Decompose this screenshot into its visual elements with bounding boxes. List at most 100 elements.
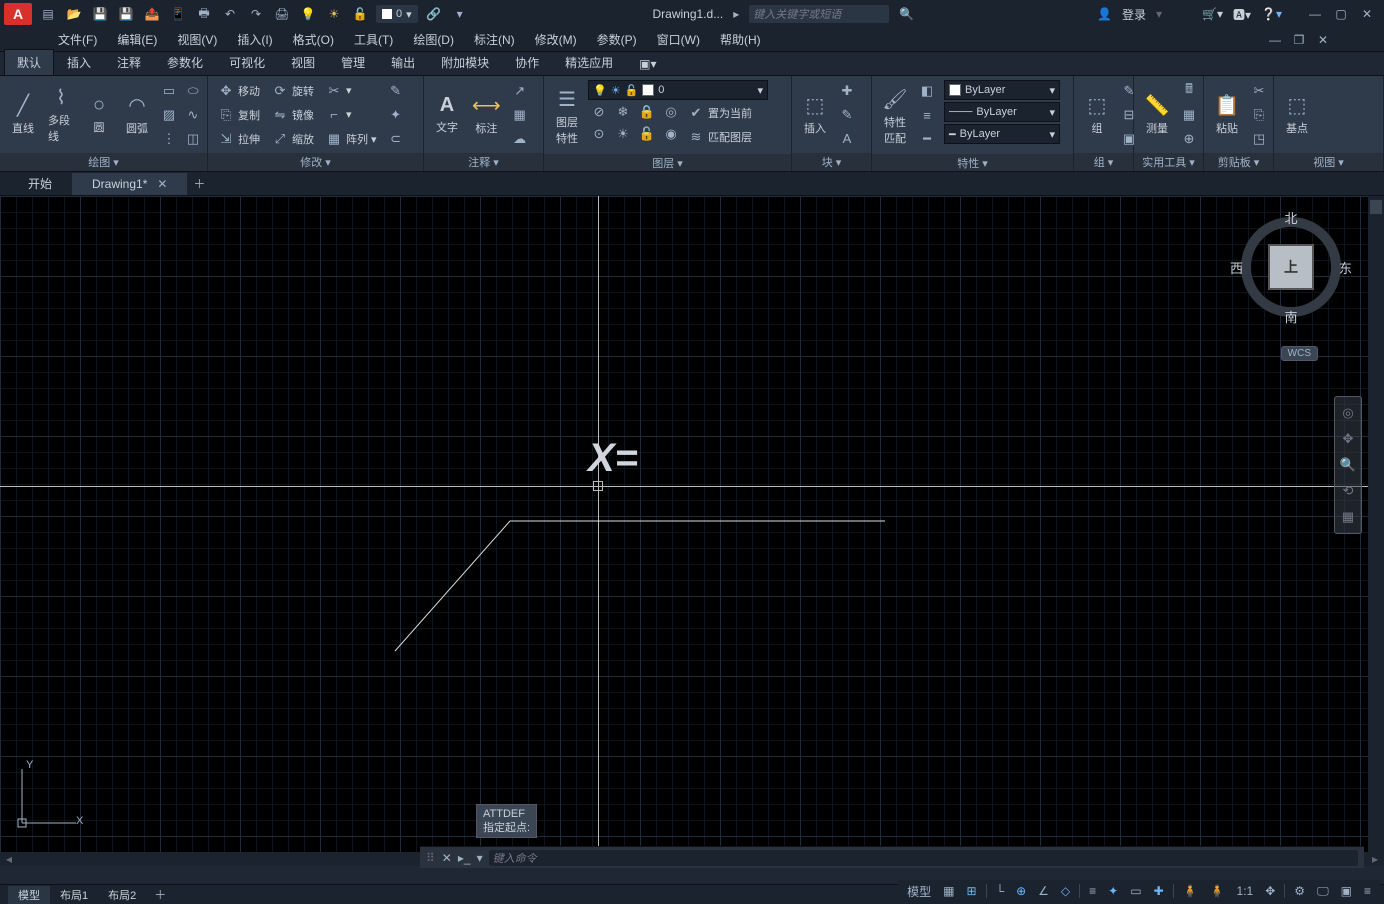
tool-mirror[interactable]: ⇋镜像: [268, 104, 318, 126]
block-edit-icon[interactable]: ✎: [836, 104, 858, 126]
ribbon-tab-visualize[interactable]: 可视化: [216, 49, 278, 75]
layer-thaw-icon[interactable]: ☀: [612, 124, 634, 144]
qat-plot-icon[interactable]: 🖶: [194, 4, 214, 24]
status-ws-icon[interactable]: ⚙: [1289, 882, 1310, 900]
modify-erase-icon[interactable]: ✎: [385, 80, 407, 102]
navigation-bar[interactable]: ◎ ✥ 🔍 ⟲ ▦: [1334, 396, 1362, 534]
qat-new-icon[interactable]: ▤: [38, 4, 58, 24]
draw-region-icon[interactable]: ◫: [182, 128, 204, 150]
menu-window[interactable]: 窗口(W): [649, 29, 708, 51]
tool-text[interactable]: A文字: [430, 79, 464, 151]
search-input[interactable]: 键入关键字或短语: [749, 5, 889, 23]
tool-match-prop[interactable]: 🖌特性 匹配: [878, 80, 912, 152]
menu-file[interactable]: 文件(F): [50, 29, 105, 51]
prop-weight-icon[interactable]: ━: [916, 128, 938, 150]
qat-web-icon[interactable]: 📤: [142, 4, 162, 24]
tool-trim[interactable]: ✂▾: [322, 80, 381, 102]
ribbon-tab-manage[interactable]: 管理: [328, 49, 378, 75]
layer-off-icon[interactable]: ⊘: [588, 102, 610, 122]
menu-draw[interactable]: 绘图(D): [405, 29, 462, 51]
cmd-close-icon[interactable]: ✕: [442, 851, 452, 865]
close-button[interactable]: ✕: [1354, 4, 1380, 24]
layout-tab-layout2[interactable]: 布局2: [98, 886, 146, 904]
draw-hatch-icon[interactable]: ▨: [158, 104, 180, 126]
layout-tab-model[interactable]: 模型: [8, 886, 50, 904]
nav-orbit-icon[interactable]: ⟲: [1338, 481, 1358, 501]
layout-tab-layout1[interactable]: 布局1: [50, 886, 98, 904]
viewcube-north[interactable]: 北: [1284, 208, 1297, 227]
qat-lock-icon[interactable]: 🔓: [350, 4, 370, 24]
viewcube-east[interactable]: 东: [1339, 258, 1352, 277]
search-icon[interactable]: 🔍: [899, 7, 914, 21]
qat-mobile-icon[interactable]: 📱: [168, 4, 188, 24]
mdi-close[interactable]: ✕: [1312, 31, 1334, 49]
status-snap-icon[interactable]: ⊞: [962, 882, 982, 900]
ribbon-tab-apps-icon[interactable]: ▣▾: [626, 52, 669, 75]
close-tab-icon[interactable]: ✕: [157, 177, 167, 191]
cmd-drag-handle[interactable]: ⠿: [426, 851, 436, 865]
draw-ellipse-icon[interactable]: ⬭: [182, 80, 204, 102]
nav-wheel-icon[interactable]: ◎: [1338, 403, 1358, 423]
vertical-scrollbar[interactable]: [1368, 196, 1384, 852]
viewcube-west[interactable]: 西: [1230, 258, 1243, 277]
clip-base-icon[interactable]: ◳: [1248, 128, 1270, 150]
status-person-icon[interactable]: 🧍: [1178, 882, 1203, 900]
tool-rotate[interactable]: ⟳旋转: [268, 80, 318, 102]
status-clean-icon[interactable]: ▣: [1336, 882, 1357, 900]
status-osnap-icon[interactable]: ◇: [1056, 882, 1075, 900]
block-create-icon[interactable]: ✚: [836, 80, 858, 102]
tool-dimension[interactable]: ⟷标注: [468, 79, 505, 151]
panel-title-layer[interactable]: 图层 ▾: [544, 154, 791, 171]
viewcube-south[interactable]: 南: [1284, 307, 1297, 326]
mdi-restore[interactable]: ❐: [1288, 31, 1310, 49]
annot-cloud-icon[interactable]: ☁: [509, 128, 531, 150]
nav-pan-icon[interactable]: ✥: [1338, 429, 1358, 449]
layer-lock-icon[interactable]: 🔒: [636, 102, 658, 122]
qat-layer-combo[interactable]: 0▾: [376, 5, 418, 23]
app-logo[interactable]: A: [4, 3, 32, 25]
tool-basepoint[interactable]: ⬚基点: [1280, 79, 1314, 151]
qat-share-icon[interactable]: 🔗: [424, 4, 444, 24]
wcs-badge[interactable]: WCS: [1281, 346, 1318, 361]
help-icon[interactable]: ❔▾: [1261, 7, 1282, 21]
minimize-button[interactable]: —: [1302, 4, 1328, 24]
clip-copy-icon[interactable]: ⎘: [1248, 104, 1270, 126]
layer-freeze-icon[interactable]: ❄: [612, 102, 634, 122]
status-person2-icon[interactable]: 🧍: [1205, 882, 1230, 900]
maximize-button[interactable]: ▢: [1328, 4, 1354, 24]
util-point-icon[interactable]: ⊕: [1178, 128, 1200, 150]
user-icon[interactable]: 👤: [1097, 7, 1112, 21]
qat-undo-icon[interactable]: ↶: [220, 4, 240, 24]
menu-view[interactable]: 视图(V): [169, 29, 225, 51]
menu-help[interactable]: 帮助(H): [712, 29, 769, 51]
qat-saveas-icon[interactable]: 💾: [116, 4, 136, 24]
panel-title-prop[interactable]: 特性 ▾: [872, 154, 1073, 171]
status-dyn-icon[interactable]: ✦: [1103, 882, 1123, 900]
viewcube[interactable]: 上 北 南 东 西: [1236, 212, 1346, 322]
qat-print-icon[interactable]: 🖨: [272, 4, 292, 24]
draw-spline-icon[interactable]: ∿: [182, 104, 204, 126]
tool-scale[interactable]: ⤢缩放: [268, 128, 318, 150]
ribbon-tab-collab[interactable]: 协作: [502, 49, 552, 75]
util-select-icon[interactable]: ▦: [1178, 104, 1200, 126]
layer-uniso-icon[interactable]: ◉: [660, 124, 682, 144]
a360-icon[interactable]: 🅰▾: [1233, 6, 1251, 23]
add-tab-button[interactable]: ＋: [187, 173, 211, 195]
ribbon-tab-insert[interactable]: 插入: [54, 49, 104, 75]
prop-color-combo[interactable]: ByLayer▾: [944, 80, 1060, 100]
panel-title-modify[interactable]: 修改 ▾: [208, 153, 423, 171]
status-custom-icon[interactable]: ≡: [1359, 882, 1376, 900]
layer-unlock-icon[interactable]: 🔓: [636, 124, 658, 144]
cart-icon[interactable]: 🛒▾: [1202, 7, 1223, 21]
status-ortho-icon[interactable]: └: [991, 882, 1010, 900]
util-calc-icon[interactable]: 🖩: [1178, 80, 1200, 102]
ribbon-tab-featured[interactable]: 精选应用: [552, 49, 626, 75]
qat-more-icon[interactable]: ▾: [450, 4, 470, 24]
menu-edit[interactable]: 编辑(E): [109, 29, 165, 51]
ribbon-tab-parametric[interactable]: 参数化: [154, 49, 216, 75]
tool-move[interactable]: ✥移动: [214, 80, 264, 102]
annot-leader-icon[interactable]: ↗: [509, 80, 531, 102]
layer-combo[interactable]: 💡☀🔓0▾: [588, 80, 768, 100]
clip-cut-icon[interactable]: ✂: [1248, 80, 1270, 102]
tool-paste[interactable]: 📋粘贴: [1210, 79, 1244, 151]
